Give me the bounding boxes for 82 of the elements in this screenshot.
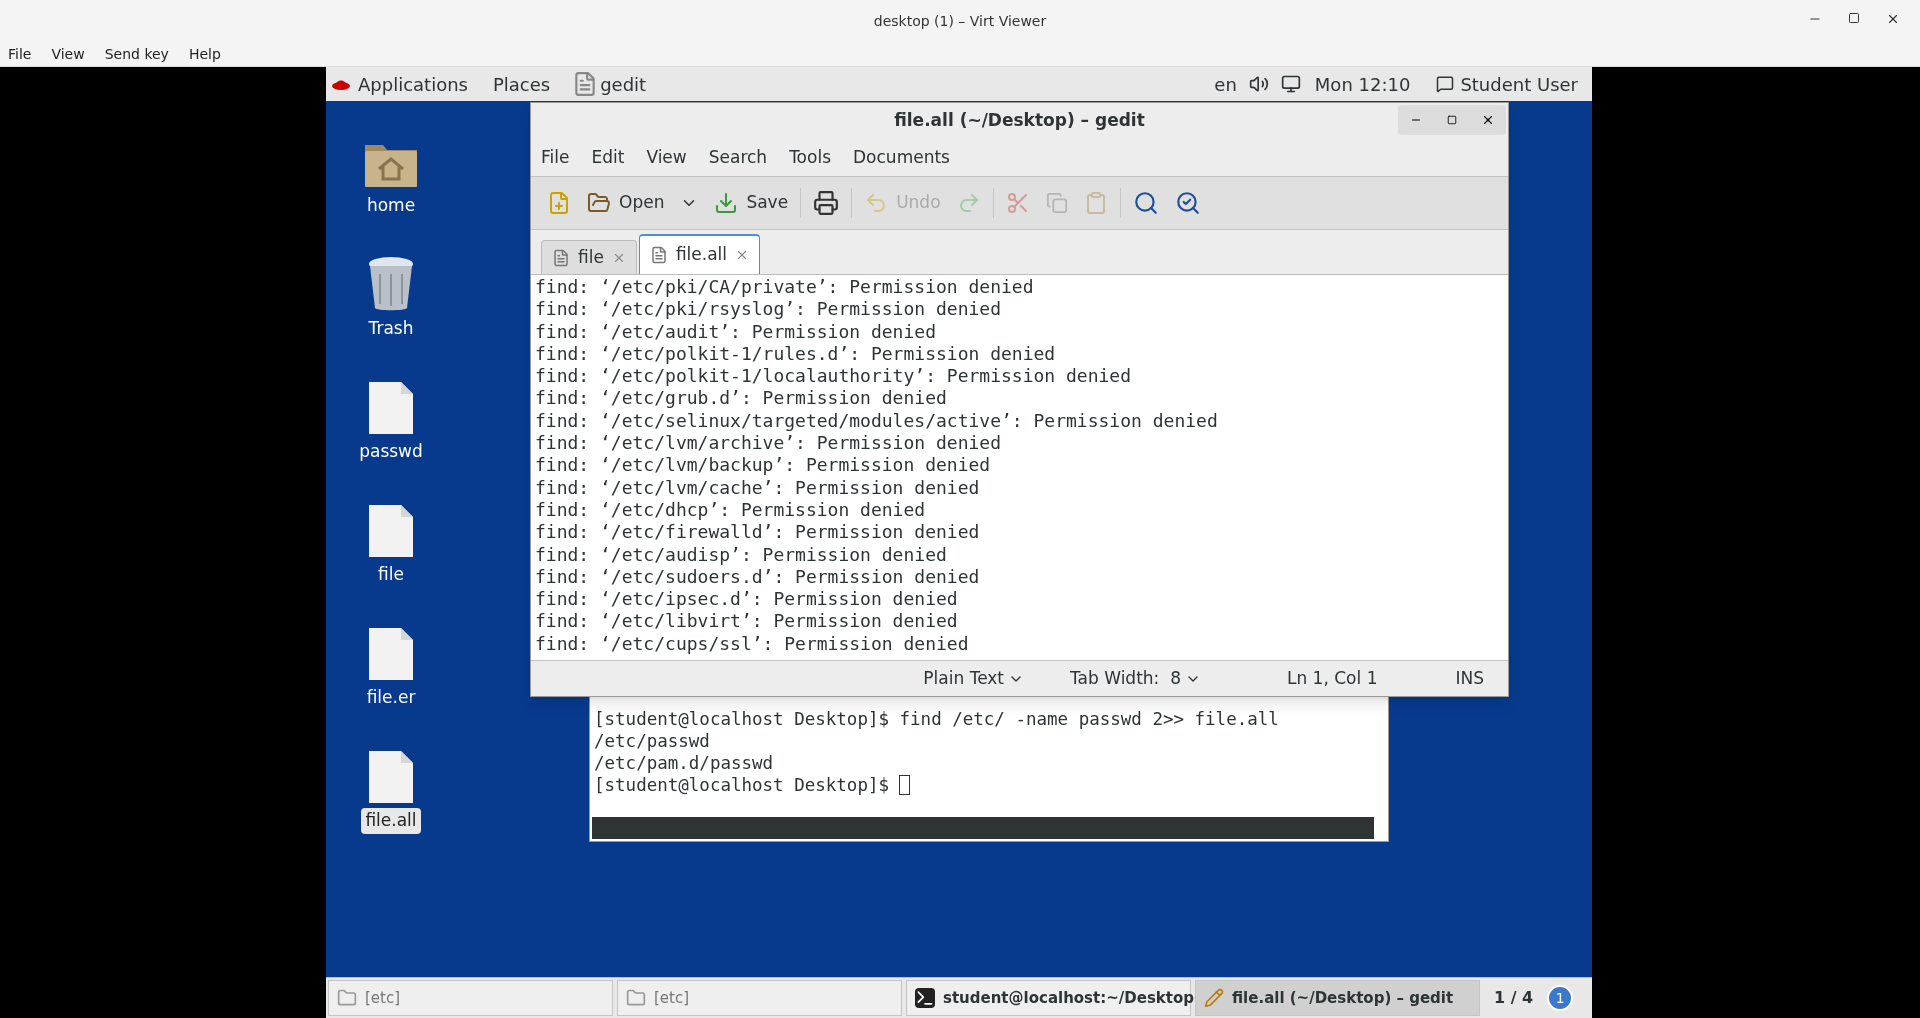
tab[interactable]: file — [541, 240, 637, 274]
text-line: find: ‘/etc/pki/rsyslog’: Permission denied — [535, 298, 1001, 321]
text-editor-icon — [1204, 988, 1224, 1008]
text-editor-area[interactable] — [531, 274, 1508, 660]
document-icon — [649, 246, 668, 264]
terminal-line: [student@localhost Desktop]$ find /etc/ -name passwd 2>> file.all — [594, 708, 1279, 730]
printer-icon[interactable] — [813, 190, 840, 216]
volume-icon[interactable] — [1248, 74, 1269, 94]
menu-item[interactable]: View — [646, 144, 687, 171]
cursor-position: Ln 1, Col 1 — [1286, 666, 1378, 690]
window-icon — [626, 988, 646, 1008]
language-indicator[interactable]: en — [1214, 70, 1237, 98]
desktop-icon-label[interactable]: file.er — [362, 685, 420, 711]
menu-item[interactable]: Send key — [104, 43, 169, 65]
taskbar-button[interactable]: [etc] — [328, 980, 613, 1016]
desktop-icon-label[interactable]: Trash — [364, 316, 418, 342]
taskbar-button[interactable]: file.all (~/Desktop) – gedit — [1195, 980, 1480, 1016]
text-line: find: ‘/etc/pki/CA/private’: Permission denied — [535, 276, 1034, 299]
tab-width-dropdown[interactable]: Tab Width: 8 — [1070, 665, 1201, 692]
close-icon[interactable] — [1886, 12, 1900, 26]
desktop-icon-label[interactable]: file.all — [361, 808, 421, 834]
terminal-line: /etc/pam.d/passwd — [594, 752, 774, 774]
desktop-icon-label[interactable]: home — [362, 193, 420, 219]
workspace-indicator[interactable]: 1 / 4 — [1494, 986, 1534, 1010]
window-icon — [337, 988, 357, 1008]
text-line: find: ‘/etc/sudoers.d’: Permission denied — [535, 565, 980, 589]
text-line: find: ‘/etc/lvm/cache’: Permission denied — [535, 476, 980, 499]
text-line: find: ‘/etc/firewalld’: Permission denied — [535, 521, 980, 544]
applications-menu[interactable]: Applications — [358, 70, 468, 98]
menu-item[interactable]: Help — [188, 43, 221, 65]
menu-item[interactable]: Documents — [853, 144, 950, 171]
notification-count[interactable]: 1 — [1547, 985, 1574, 1011]
menu-item[interactable]: File — [8, 43, 32, 65]
text-line: find: ‘/etc/audit’: Permission denied — [535, 320, 936, 343]
text-line: find: ‘/etc/lvm/archive’: Permission denied — [535, 432, 1001, 455]
terminal-prompt: [student@localhost Desktop]$ — [594, 774, 889, 796]
window-title: file.all (~/Desktop) – gedit — [894, 109, 1145, 133]
file-icon — [368, 750, 414, 804]
maximize-icon[interactable] — [1447, 115, 1457, 125]
search-icon[interactable] — [1132, 190, 1159, 216]
text-line: find: ‘/etc/ipsec.d’: Permission denied — [535, 588, 958, 611]
network-icon[interactable] — [1280, 74, 1301, 94]
text-cursor — [899, 775, 910, 795]
terminal-line: /etc/passwd — [594, 730, 710, 752]
menu-item[interactable]: File — [541, 144, 570, 171]
text-line: find: ‘/etc/grub.d’: Permission denied — [535, 387, 947, 410]
menu-item[interactable]: Tools — [789, 144, 831, 171]
text-line: find: ‘/etc/cups/ssl’: Permission denied — [535, 632, 969, 656]
window-title: desktop (1) – Virt Viewer — [873, 11, 1047, 31]
document-icon — [552, 248, 570, 267]
menu-item[interactable]: Edit — [591, 144, 625, 171]
taskbar-button[interactable]: [etc] — [617, 980, 902, 1016]
text-line: find: ‘/etc/selinux/targeted/modules/active’: Permission denied — [535, 409, 1218, 433]
maximize-icon[interactable] — [1848, 12, 1860, 24]
clock[interactable]: Mon 12:10 — [1314, 70, 1411, 98]
text-line: find: ‘/etc/polkit-1/localauthority’: Permission denied — [535, 365, 1132, 388]
insert-mode: INS — [1455, 666, 1484, 690]
text-line: find: ‘/etc/libvirt’: Permission denied — [535, 610, 958, 633]
file-icon — [368, 627, 414, 681]
text-line: find: ‘/etc/dhcp’: Permission denied — [535, 498, 926, 522]
folder-icon — [587, 191, 611, 215]
text-line: find: ‘/etc/polkit-1/rules.d’: Permission denied — [535, 342, 1056, 366]
close-icon[interactable] — [1481, 113, 1495, 127]
menu-item[interactable]: View — [51, 43, 85, 65]
language-dropdown[interactable]: Plain Text — [923, 665, 1025, 692]
places-menu[interactable]: Places — [492, 70, 551, 98]
terminal-icon — [915, 988, 935, 1008]
save-button[interactable]: Save — [706, 183, 797, 223]
open-button[interactable]: Open — [579, 183, 707, 223]
app-menu[interactable]: gedit — [600, 70, 647, 98]
text-line: find: ‘/etc/lvm/backup’: Permission denied — [535, 454, 991, 477]
trash-icon — [366, 254, 416, 312]
desktop-icon-label[interactable]: passwd — [355, 439, 427, 465]
desktop-icon-label[interactable]: file — [374, 562, 408, 588]
tab[interactable]: file.all — [638, 234, 761, 274]
text-line: find: ‘/etc/audisp’: Permission denied — [535, 543, 947, 566]
save-icon — [714, 191, 739, 215]
search-replace-icon[interactable] — [1174, 190, 1201, 216]
user-menu[interactable]: Student User — [1460, 70, 1578, 98]
file-icon — [368, 381, 414, 435]
file-icon — [368, 504, 414, 558]
menu-item[interactable]: Search — [708, 144, 768, 171]
